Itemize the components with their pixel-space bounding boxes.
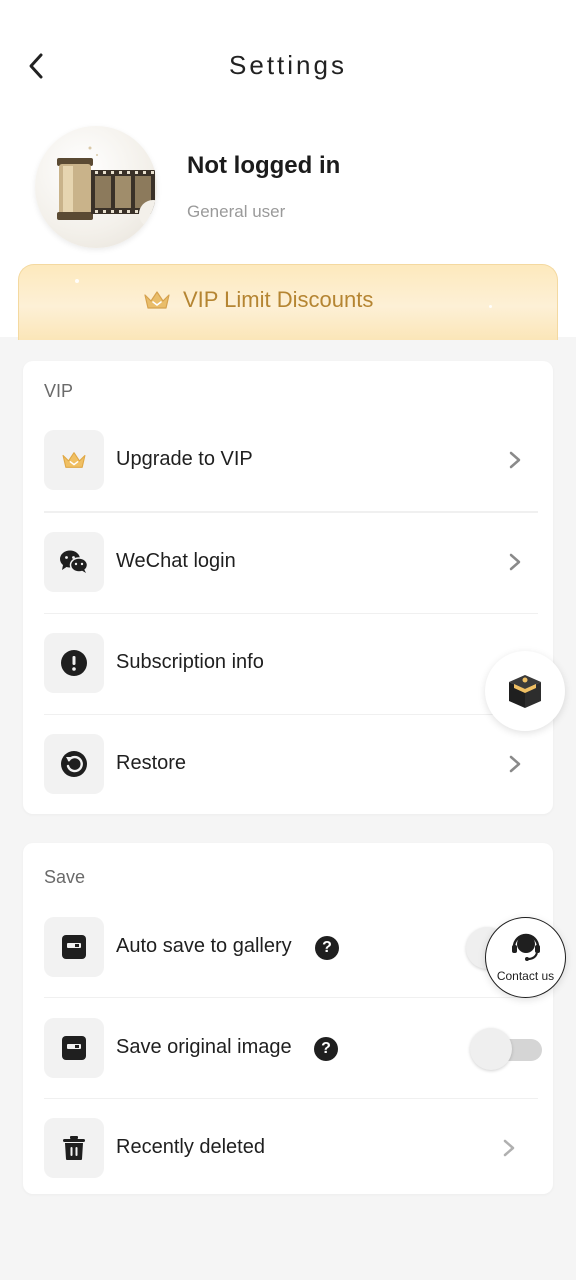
save-original-label: Save original image	[116, 1036, 292, 1058]
chevron-right-icon	[509, 553, 521, 571]
divider	[44, 997, 538, 998]
chevron-right-icon	[503, 1139, 515, 1157]
save-original-toggle[interactable]	[470, 1028, 542, 1070]
save-section: Save Auto save to gallery ? Save origina…	[23, 843, 553, 1194]
save-original-item: Save original image ?	[44, 1000, 542, 1100]
restore-label: Restore	[116, 752, 187, 774]
divider	[44, 714, 538, 715]
divider	[44, 511, 538, 513]
recently-deleted-item[interactable]: Recently deleted	[44, 1100, 538, 1200]
profile-type: General user	[187, 202, 286, 221]
divider	[44, 613, 538, 614]
subscription-info-label: Subscription info	[116, 651, 264, 673]
page-title: Settings	[229, 50, 347, 80]
crown-icon	[144, 291, 170, 309]
trash-icon	[63, 1136, 85, 1160]
subscription-info-item[interactable]: Subscription info	[44, 615, 538, 715]
save-icon	[62, 935, 86, 959]
vip-section: VIP Upgrade to VIP WeChat login Subscrip…	[23, 361, 553, 814]
vip-banner-label: VIP Limit Discounts	[183, 287, 374, 312]
chevron-right-icon	[509, 451, 521, 469]
section-title-save: Save	[44, 867, 86, 887]
crown-icon	[62, 452, 86, 468]
header: Settings	[0, 40, 576, 92]
contact-us-button[interactable]: Contact us	[485, 917, 566, 998]
contact-us-label: Contact us	[496, 969, 555, 983]
divider	[44, 1098, 538, 1099]
section-title-vip: VIP	[44, 381, 74, 401]
gift-box-icon	[509, 675, 541, 708]
profile-name[interactable]: Not logged in	[187, 152, 340, 180]
chevron-right-icon	[509, 755, 521, 773]
film-roll-icon	[57, 146, 157, 228]
upgrade-vip-item[interactable]: Upgrade to VIP	[44, 412, 538, 512]
save-icon	[62, 1036, 86, 1060]
restore-icon	[61, 751, 87, 777]
wechat-icon	[60, 550, 89, 573]
auto-save-label: Auto save to gallery	[116, 935, 292, 957]
wechat-login-label: WeChat login	[116, 550, 236, 572]
exclamation-icon	[61, 650, 87, 676]
auto-save-item: Auto save to gallery ?	[44, 899, 538, 999]
wechat-login-item[interactable]: WeChat login	[44, 514, 538, 614]
gift-box-button[interactable]	[485, 651, 565, 731]
help-icon[interactable]: ?	[314, 1037, 338, 1061]
vip-discount-banner[interactable]: VIP Limit Discounts	[18, 264, 558, 340]
help-icon[interactable]: ?	[315, 936, 339, 960]
avatar[interactable]	[35, 126, 157, 248]
upgrade-vip-label: Upgrade to VIP	[116, 448, 253, 470]
recently-deleted-label: Recently deleted	[116, 1136, 265, 1158]
headset-icon	[512, 933, 540, 961]
restore-item[interactable]: Restore	[44, 716, 538, 816]
